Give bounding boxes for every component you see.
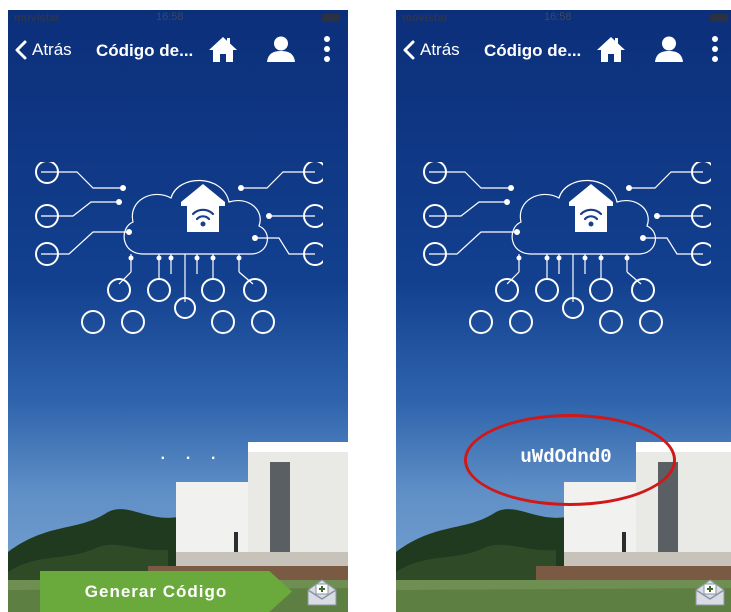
chevron-left-icon xyxy=(15,40,27,60)
phone-screen-before: movistar 16:58 Atrás Código de... . . . … xyxy=(8,10,348,612)
house-photo xyxy=(396,442,731,612)
mail-add-icon[interactable] xyxy=(694,578,726,606)
back-button[interactable]: Atrás xyxy=(402,36,460,64)
carrier-label: movistar xyxy=(402,12,448,24)
page-title: Código de... xyxy=(484,41,582,60)
battery-icon xyxy=(710,14,728,22)
back-button[interactable]: Atrás xyxy=(14,36,72,64)
back-label: Atrás xyxy=(420,40,460,59)
nav-bar: Atrás Código de... xyxy=(396,28,731,72)
home-icon[interactable] xyxy=(208,35,238,63)
battery-icon xyxy=(322,14,340,22)
status-bar: movistar 16:58 xyxy=(8,10,348,26)
mail-add-icon[interactable] xyxy=(306,578,338,606)
user-icon[interactable] xyxy=(266,35,296,63)
generated-code: uWdOdnd0 xyxy=(520,446,612,468)
loading-indicator: . . . xyxy=(158,446,222,464)
cloud-house-wifi-icon xyxy=(423,162,711,334)
generate-code-button[interactable]: Generar Código xyxy=(40,571,292,612)
phone-screen-after: movistar 16:58 Atrás Código de... uWdOdn… xyxy=(396,10,731,612)
time-label: 16:58 xyxy=(544,11,572,23)
back-label: Atrás xyxy=(32,40,72,59)
page-title: Código de... xyxy=(96,41,194,60)
user-icon[interactable] xyxy=(654,35,684,63)
home-icon[interactable] xyxy=(596,35,626,63)
carrier-label: movistar xyxy=(14,12,60,24)
nav-bar: Atrás Código de... xyxy=(8,28,348,72)
cloud-house-wifi-icon xyxy=(35,162,323,334)
chevron-left-icon xyxy=(403,40,415,60)
time-label: 16:58 xyxy=(156,11,184,23)
status-bar: movistar 16:58 xyxy=(396,10,731,26)
more-vertical-icon[interactable] xyxy=(322,34,332,64)
more-vertical-icon[interactable] xyxy=(710,34,720,64)
